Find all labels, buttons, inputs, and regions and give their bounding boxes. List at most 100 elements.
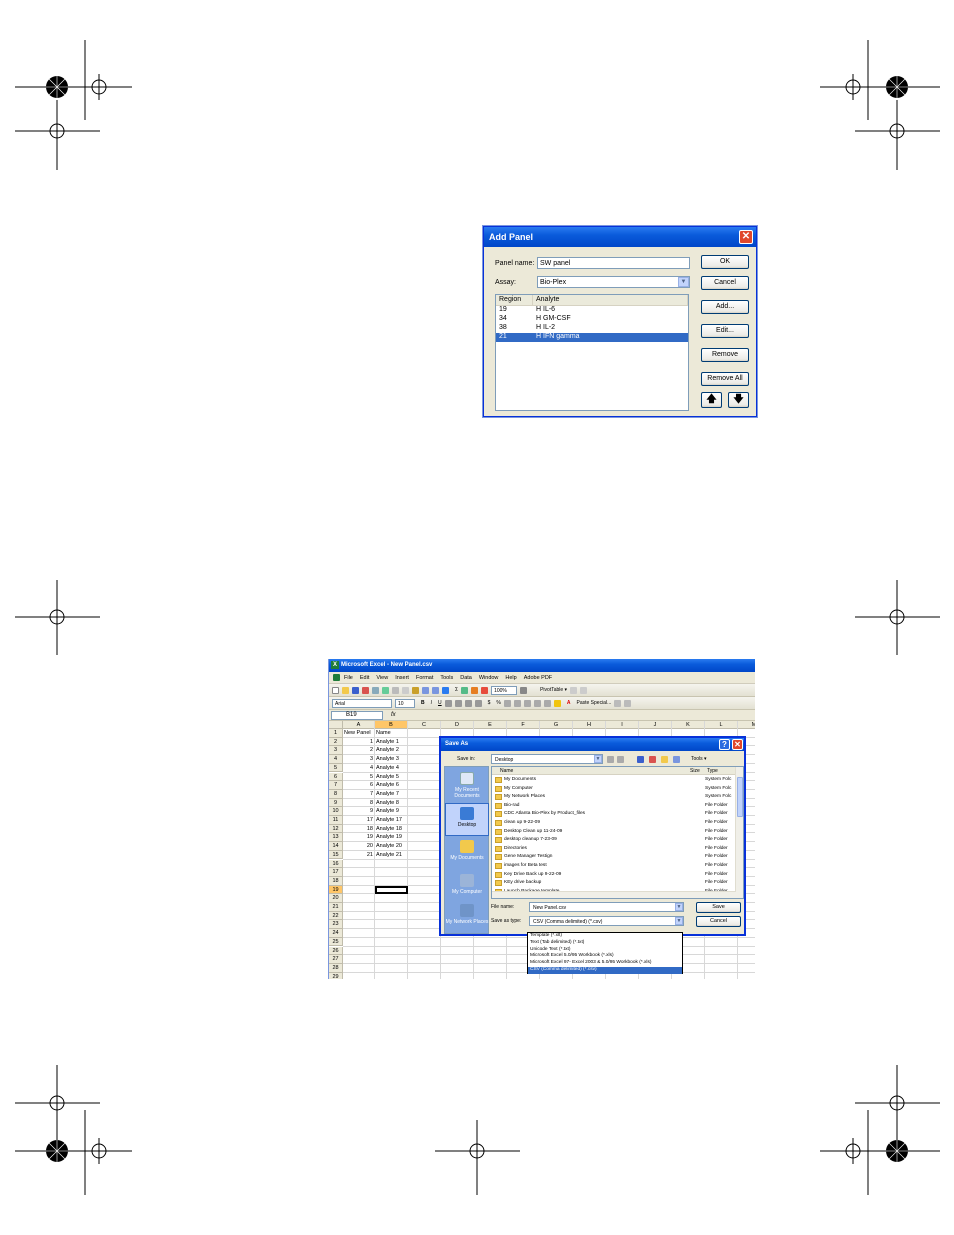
analyte-column-header[interactable]: Analyte: [533, 295, 688, 305]
file-list-item[interactable]: Key Drive Back up 9-22-09 File Folder: [493, 871, 735, 880]
row-header-15[interactable]: 15: [329, 850, 343, 860]
row-header-28[interactable]: 28: [329, 963, 343, 973]
add-button[interactable]: Add...: [701, 300, 749, 314]
font-name-select[interactable]: Arial: [332, 698, 392, 708]
file-list-item[interactable]: My Computer System Folc: [493, 785, 735, 794]
column-header-d[interactable]: D: [441, 721, 474, 729]
remove-all-button[interactable]: Remove All: [701, 372, 749, 386]
autosum-icon[interactable]: Σ: [455, 687, 458, 693]
size-column-header[interactable]: Size: [690, 768, 700, 774]
cell-a1[interactable]: New Panel: [344, 729, 373, 737]
row-header-27[interactable]: 27: [329, 955, 343, 964]
row-header-22[interactable]: 22: [329, 911, 343, 921]
menu-file[interactable]: File: [344, 675, 353, 681]
file-list-item[interactable]: Bio-rad File Folder: [493, 802, 735, 811]
place-my-network-places[interactable]: My Network Places: [445, 901, 489, 934]
move-down-icon[interactable]: 🡇: [728, 392, 749, 408]
merge-center-icon[interactable]: [474, 699, 482, 707]
menu-edit[interactable]: Edit: [360, 675, 369, 681]
cell-a6[interactable]: 5: [344, 773, 373, 781]
cell-b9[interactable]: Analyte 8: [376, 799, 399, 807]
cell-a5[interactable]: 4: [344, 764, 373, 772]
panel-name-input[interactable]: SW panel: [537, 257, 690, 269]
row-header-12[interactable]: 12: [329, 824, 343, 834]
cell-a15[interactable]: 21: [344, 851, 373, 859]
move-up-icon[interactable]: 🡅: [701, 392, 722, 408]
menu-view[interactable]: View: [376, 675, 388, 681]
menu-data[interactable]: Data: [460, 675, 472, 681]
row-header-6[interactable]: 6: [329, 772, 343, 782]
column-header-c[interactable]: C: [408, 721, 441, 729]
type-option-selected[interactable]: CSV (Comma delimited) (*.csv): [528, 966, 682, 974]
row-header-24[interactable]: 24: [329, 929, 343, 938]
new-icon[interactable]: [332, 686, 339, 694]
save-in-select[interactable]: Desktop ▼: [491, 754, 603, 764]
row-header-21[interactable]: 21: [329, 903, 343, 912]
column-header-i[interactable]: I: [606, 721, 639, 729]
file-list[interactable]: Name Size Type My Documents System Folc My…: [491, 766, 744, 899]
row-header-29[interactable]: 29: [329, 972, 343, 979]
spelling-icon[interactable]: [382, 686, 389, 694]
column-header-m[interactable]: M: [738, 721, 755, 729]
open-icon[interactable]: [342, 686, 349, 694]
back-icon[interactable]: [607, 756, 614, 763]
bold-icon[interactable]: B: [421, 700, 425, 706]
file-list-item[interactable]: My Documents System Folc: [493, 776, 735, 785]
font-color-icon[interactable]: A: [567, 700, 571, 706]
row-header-14[interactable]: 14: [329, 842, 343, 851]
cancel-button[interactable]: Cancel: [696, 916, 741, 927]
cell-a11[interactable]: 17: [344, 816, 373, 824]
remove-button[interactable]: Remove: [701, 348, 749, 362]
toolbar-options-icon[interactable]: [614, 699, 622, 707]
cell-a9[interactable]: 8: [344, 799, 373, 807]
zoom-select[interactable]: 100%: [491, 685, 518, 695]
file-list-item[interactable]: Gene Manager Testign File Folder: [493, 853, 735, 862]
menu-tools[interactable]: Tools: [440, 675, 453, 681]
cell-b15[interactable]: Analyte 21: [376, 851, 402, 859]
file-list-item[interactable]: CDC Atlanta Bio-Plex by Product_files Fil…: [493, 810, 735, 819]
search-web-icon[interactable]: [637, 756, 644, 763]
list-item[interactable]: 34 H GM-CSF: [496, 315, 688, 324]
new-folder-icon[interactable]: [661, 756, 668, 763]
cell-b14[interactable]: Analyte 20: [376, 842, 402, 850]
cell-b3[interactable]: Analyte 2: [376, 746, 399, 754]
chevron-down-icon[interactable]: ▼: [675, 903, 683, 911]
place-my-computer[interactable]: My Computer: [445, 871, 489, 904]
row-header-13[interactable]: 13: [329, 833, 343, 843]
cell-b12[interactable]: Analyte 18: [376, 825, 402, 833]
column-header-f[interactable]: F: [507, 721, 540, 729]
cell-a12[interactable]: 18: [344, 825, 373, 833]
menu-format[interactable]: Format: [416, 675, 433, 681]
horizontal-scrollbar[interactable]: [492, 891, 736, 898]
currency-icon[interactable]: $: [488, 700, 491, 706]
cell-a13[interactable]: 19: [344, 833, 373, 841]
region-column-header[interactable]: Region: [496, 295, 533, 305]
font-size-select[interactable]: 10: [395, 698, 415, 708]
column-header-k[interactable]: K: [672, 721, 705, 729]
chevron-down-icon[interactable]: ▼: [594, 755, 602, 763]
assay-select[interactable]: Bio-Plex ▼: [537, 276, 690, 288]
column-header-e[interactable]: E: [474, 721, 507, 729]
save-as-type-dropdown[interactable]: Template (*.xlt) Text (Tab delimited) (*.…: [527, 932, 683, 974]
fill-color-icon[interactable]: [553, 699, 561, 707]
borders-icon[interactable]: [543, 699, 551, 707]
row-header-3[interactable]: 3: [329, 746, 343, 756]
close-icon[interactable]: ✕: [739, 230, 753, 244]
place-desktop[interactable]: Desktop: [445, 803, 489, 836]
paste-icon[interactable]: [412, 686, 419, 694]
ok-button[interactable]: OK: [701, 255, 749, 269]
file-list-item[interactable]: desktop cleanup 7-23-09 File Folder: [493, 836, 735, 845]
up-folder-icon[interactable]: [617, 756, 624, 763]
cell-a7[interactable]: 6: [344, 781, 373, 789]
save-as-type-select[interactable]: CSV (Comma delimited) (*.csv) ▼: [529, 916, 684, 926]
file-list-item[interactable]: clean up 9-22-09 File Folder: [493, 819, 735, 828]
cell-a10[interactable]: 9: [344, 807, 373, 815]
row-header-25[interactable]: 25: [329, 937, 343, 947]
redo-icon[interactable]: [432, 686, 439, 694]
save-icon[interactable]: [352, 686, 359, 694]
delete-icon[interactable]: [649, 756, 656, 763]
print-icon[interactable]: [372, 686, 379, 694]
list-item-selected[interactable]: 21 H IFN gamma: [496, 333, 688, 342]
increase-decimal-icon[interactable]: [513, 699, 521, 707]
pivottable-button[interactable]: PivotTable ▾: [540, 687, 567, 693]
